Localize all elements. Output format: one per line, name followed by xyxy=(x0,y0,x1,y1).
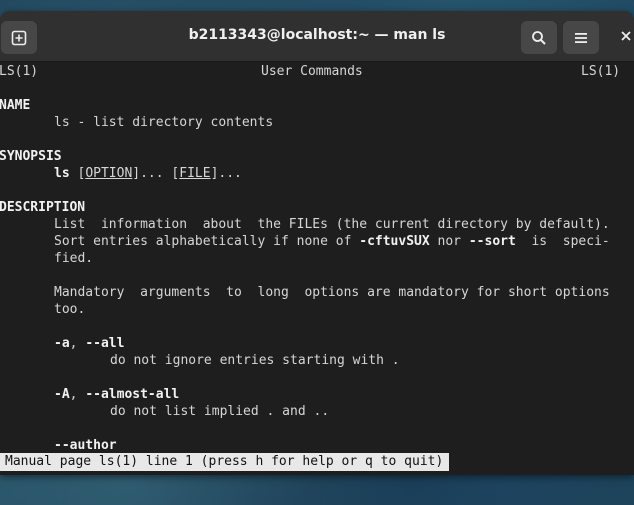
section-heading-name: NAME xyxy=(0,98,31,113)
option-almost-all-description: do not list implied . and .. xyxy=(110,404,330,419)
search-icon xyxy=(531,30,547,46)
close-button[interactable] xyxy=(620,24,634,48)
section-heading-description: DESCRIPTION xyxy=(0,200,86,215)
description-line-2: Sort entries alphabetically if none of -… xyxy=(54,233,610,250)
pager-status-bar: Manual page ls(1) line 1 (press h for he… xyxy=(0,453,450,471)
synopsis-end: ]... xyxy=(210,166,242,181)
man-header-left: LS(1) xyxy=(0,64,39,79)
mandatory-line-1: Mandatory arguments to long options are … xyxy=(54,285,610,300)
close-icon xyxy=(620,27,632,46)
title-bar: b2113343@localhost:~ — man ls xyxy=(0,11,634,62)
name-line: ls - list directory contents xyxy=(54,115,274,130)
man-header-right: LS(1) xyxy=(581,64,621,79)
synopsis-file-arg: FILE xyxy=(179,166,211,181)
option-long-flag: --almost-all xyxy=(85,387,180,402)
description-line-1: List information about the FILEs (the cu… xyxy=(54,217,610,232)
synopsis-middle: ]... [ xyxy=(132,166,180,181)
option-separator: , xyxy=(69,387,86,402)
search-button[interactable] xyxy=(521,21,557,54)
terminal-window: b2113343@localhost:~ — man ls LS(1) User… xyxy=(0,11,634,475)
option-all: -a, --all xyxy=(54,335,124,352)
option-short-flag: -A xyxy=(54,387,70,402)
option-long-flag: --all xyxy=(85,336,125,351)
description-sort-option: --sort xyxy=(468,234,516,249)
option-almost-all: -A, --almost-all xyxy=(54,386,179,403)
option-separator: , xyxy=(69,336,86,351)
mandatory-line-2: too. xyxy=(54,302,86,317)
section-heading-synopsis: SYNOPSIS xyxy=(0,149,62,164)
option-author: --author xyxy=(54,438,117,453)
description-flags: -cftuvSUX xyxy=(359,234,430,249)
synopsis-option-arg: OPTION xyxy=(85,166,133,181)
description-text: nor xyxy=(429,234,469,249)
synopsis-bracket-open: [ xyxy=(69,166,86,181)
hamburger-menu-icon xyxy=(574,32,588,44)
man-header-center: User Commands xyxy=(261,64,363,79)
synopsis-line: ls [OPTION]... [FILE]... xyxy=(54,165,242,182)
terminal-content[interactable]: LS(1) User Commands LS(1) NAME ls - list… xyxy=(0,62,634,475)
description-text: is speci- xyxy=(515,234,610,249)
synopsis-command: ls xyxy=(54,166,70,181)
menu-button[interactable] xyxy=(563,21,599,54)
description-text: Sort entries alphabetically if none of xyxy=(54,234,360,249)
option-all-description: do not ignore entries starting with . xyxy=(110,353,400,368)
description-line-3: fied. xyxy=(54,251,94,266)
option-short-flag: -a xyxy=(54,336,70,351)
